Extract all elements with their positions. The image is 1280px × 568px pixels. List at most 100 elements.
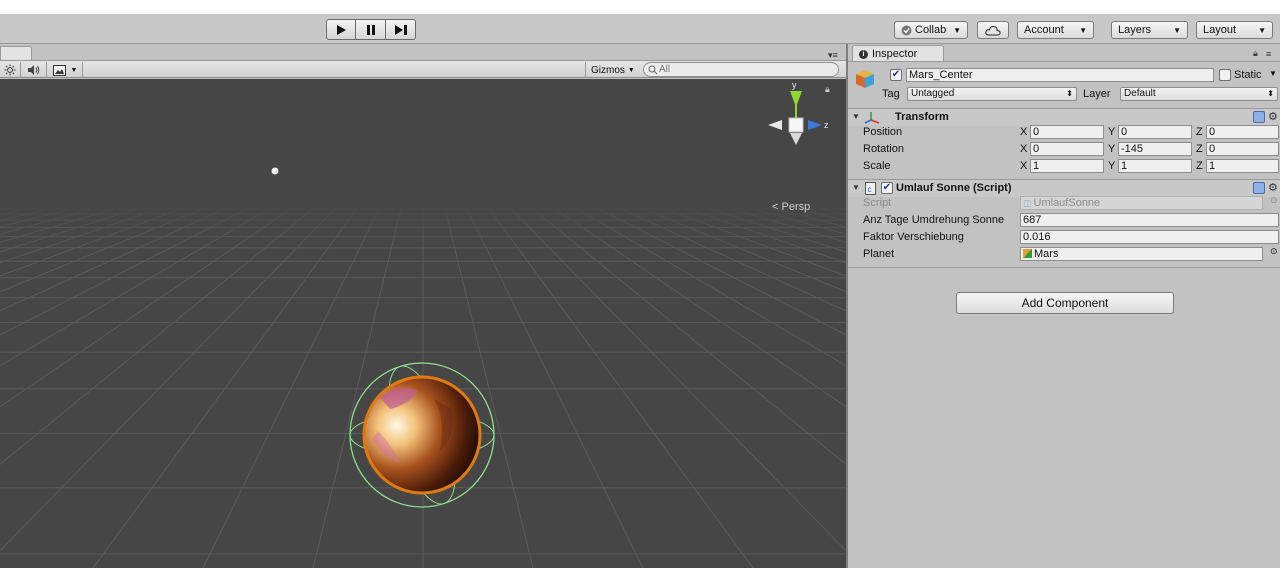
gizmo-x-arrow[interactable] [768,120,782,130]
light-point[interactable] [271,167,279,175]
main-toolbar: Collab ▼ Account ▼ Layers ▼ Layout ▼ [0,0,1280,44]
audio-toggle[interactable] [23,63,43,77]
axis-x-label: X [1020,160,1028,172]
add-component-button[interactable]: Add Component [956,292,1174,314]
unity-editor: Collab ▼ Account ▼ Layers ▼ Layout ▼ ▾≡ [0,0,1280,568]
script-enabled-checkbox[interactable]: ✔ [881,182,893,194]
check-circle-icon [901,25,912,35]
collab-button[interactable]: Collab ▼ [894,21,968,39]
gizmo-neg-y-arrow[interactable] [790,133,802,145]
tab-inspector[interactable]: i Inspector [852,45,944,62]
scale-z-field[interactable]: 1 [1206,159,1279,173]
account-label: Account [1024,24,1064,36]
scene-search-field[interactable] [643,62,839,77]
tag-label: Tag [882,88,900,100]
static-dropdown-icon[interactable]: ▼ [1269,69,1277,78]
lock-icon[interactable]: 🔒︎ [825,84,830,95]
projection-toggle[interactable]: < Persp [772,201,810,213]
effects-dropdown[interactable]: ▼ [68,63,80,77]
step-button[interactable] [386,19,416,40]
toolbar-divider [585,62,586,78]
gear-icon[interactable]: ⚙ [1268,181,1278,194]
effects-toggle[interactable] [49,63,69,77]
search-icon [648,65,658,74]
object-name-field[interactable]: Mars_Center [906,68,1214,82]
mars-planet[interactable] [349,358,495,511]
axis-x-label: X [1020,143,1028,155]
pause-icon [366,24,375,35]
script-label: Script [863,197,892,209]
layout-button[interactable]: Layout ▼ [1196,21,1273,39]
inspector-tab-label: Inspector [872,48,918,60]
help-book-icon[interactable] [1253,182,1265,194]
inspector-body: ✔ Mars_Center Static ▼ Tag Untagged ⬍ La… [848,61,1280,568]
chevron-left-icon: < [772,201,779,213]
layer-label: Layer [1083,88,1111,100]
lighting-toggle[interactable] [0,63,20,77]
layer-value: Default [1124,88,1156,99]
play-button[interactable] [326,19,356,40]
gear-icon[interactable]: ⚙ [1268,110,1278,123]
fold-triangle-icon[interactable]: ▼ [852,112,860,121]
account-button[interactable]: Account ▼ [1017,21,1094,39]
horizon-fade [0,197,846,252]
layers-label: Layers [1118,24,1152,36]
gizmos-dropdown[interactable]: Gizmos ▼ [588,62,638,78]
scale-y-field[interactable]: 1 [1118,159,1192,173]
svg-text:c: c [868,185,872,194]
object-picker-icon[interactable]: ⊙ [1270,246,1278,257]
lock-icon[interactable]: 🔒︎ [1253,48,1258,59]
days-label: Anz Tage Umdrehung Sonne [863,214,1005,226]
factor-field[interactable]: 0.016 [1020,230,1279,244]
pause-button[interactable] [356,19,386,40]
dropdown-arrows-icon: ⬍ [1267,89,1274,98]
cloud-button[interactable] [977,21,1009,39]
transform-title: Transform [895,111,949,123]
active-checkbox[interactable]: ✔ [890,69,902,81]
layout-label: Layout [1203,24,1237,36]
scene-search-input[interactable] [659,64,829,75]
days-field[interactable]: 687 [1020,213,1279,227]
help-book-icon[interactable] [1253,111,1265,123]
gizmo-z-arrow[interactable] [808,120,822,130]
scene-viewport[interactable]: y z < Persp 🔒︎ [0,79,846,568]
scale-x-field[interactable]: 1 [1030,159,1104,173]
persp-label: Persp [781,201,811,213]
gizmo-z-label: z [824,120,829,130]
planet-reference-field[interactable]: Mars [1020,247,1263,261]
chevron-down-icon: ▼ [1079,25,1087,35]
rotation-x-field[interactable]: 0 [1030,142,1104,156]
transform-axes-icon [864,112,880,124]
position-z-field[interactable]: 0 [1206,125,1279,139]
script-component-title: Umlauf Sonne (Script) [896,182,1012,194]
axis-z-label: Z [1196,126,1203,138]
script-component-header[interactable]: ▼ c ✔ Umlauf Sonne (Script) ⚙ [848,179,1280,197]
script-file-icon: ◫ [1023,198,1032,208]
layers-button[interactable]: Layers ▼ [1111,21,1188,39]
tag-dropdown[interactable]: Untagged ⬍ [907,87,1077,101]
panel-menu-icon[interactable]: ≡ [1266,49,1271,59]
axis-x-label: X [1020,126,1028,138]
chevron-down-icon: ▼ [953,25,961,35]
script-value: UmlaufSonne [1033,197,1101,209]
axis-y-label: Y [1108,126,1116,138]
scene-canvas[interactable]: y z [0,79,846,568]
layer-dropdown[interactable]: Default ⬍ [1120,87,1278,101]
position-y-field[interactable]: 0 [1118,125,1192,139]
toolbar-divider [20,62,21,78]
tag-value: Untagged [911,88,955,99]
rotation-z-field[interactable]: 0 [1206,142,1279,156]
rotation-y-field[interactable]: -145 [1118,142,1192,156]
fold-triangle-icon[interactable]: ▼ [852,183,860,192]
static-checkbox[interactable] [1219,69,1231,81]
orientation-gizmo[interactable]: y z [768,80,829,145]
speaker-icon [27,65,39,75]
transform-header[interactable]: ▼ Transform ⚙ [848,108,1280,126]
gizmo-center-cube[interactable] [788,117,804,133]
chevron-down-icon: ▼ [627,66,635,74]
position-x-field[interactable]: 0 [1030,125,1104,139]
script-reference-field: ◫ UmlaufSonne [1020,196,1263,210]
axis-z-label: Z [1196,160,1203,172]
sun-icon [4,64,16,76]
gizmo-y-label: y [792,80,797,90]
